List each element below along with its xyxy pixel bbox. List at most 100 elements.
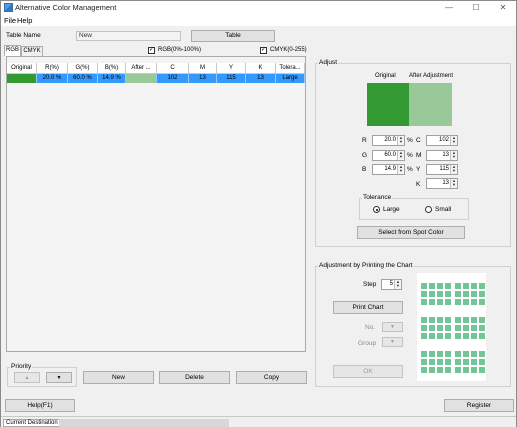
chart-swatch bbox=[455, 299, 461, 305]
title-bar: Alternative Color Management — ☐ ✕ bbox=[1, 1, 516, 15]
col-header-y[interactable]: Y bbox=[217, 63, 246, 74]
chart-swatch bbox=[463, 359, 469, 365]
new-button[interactable]: New bbox=[83, 371, 154, 384]
table-button[interactable]: Table bbox=[191, 30, 275, 42]
copy-button[interactable]: Copy bbox=[236, 371, 307, 384]
y-spinner[interactable]: 115 ▲ ▼ bbox=[426, 164, 458, 175]
no-select[interactable]: ▼ bbox=[382, 322, 403, 332]
chart-swatch bbox=[479, 351, 485, 357]
current-destination-value bbox=[59, 419, 229, 427]
b-value[interactable]: 14.9 bbox=[384, 166, 396, 172]
ok-button[interactable]: OK bbox=[333, 365, 403, 378]
col-header-m[interactable]: M bbox=[189, 63, 217, 74]
r-spinner[interactable]: 20.0 ▲ ▼ bbox=[372, 135, 405, 146]
close-button[interactable]: ✕ bbox=[491, 1, 515, 15]
delete-button[interactable]: Delete bbox=[159, 371, 230, 384]
menu-file[interactable]: File bbox=[4, 16, 16, 25]
cell-y[interactable]: 115 bbox=[217, 74, 246, 83]
tolerance-large-radio[interactable] bbox=[373, 206, 380, 213]
chart-swatch bbox=[445, 283, 451, 289]
cell-m[interactable]: 13 bbox=[189, 74, 217, 83]
tab-cmyk[interactable]: CMYK bbox=[21, 46, 43, 56]
chart-swatch bbox=[463, 333, 469, 339]
m-label: M bbox=[416, 152, 422, 159]
cell-g[interactable]: 60.0 % bbox=[68, 74, 98, 83]
group-select[interactable]: ▼ bbox=[382, 337, 403, 347]
c-label: C bbox=[416, 137, 421, 144]
chart-swatch bbox=[455, 359, 461, 365]
col-header-original[interactable]: Original bbox=[7, 63, 37, 74]
b-spinner[interactable]: 14.9 ▲ ▼ bbox=[372, 164, 405, 175]
col-header-b[interactable]: B(%) bbox=[98, 63, 126, 74]
m-spinner[interactable]: 13 ▲ ▼ bbox=[426, 150, 458, 161]
cell-b[interactable]: 14.9 % bbox=[98, 74, 126, 83]
chart-swatch bbox=[429, 359, 435, 365]
rgb-checkbox-label: RGB(0%-100%) bbox=[158, 47, 202, 53]
menu-bar: File Help bbox=[1, 15, 516, 26]
cell-c[interactable]: 102 bbox=[157, 74, 189, 83]
tab-rgb[interactable]: RGB bbox=[4, 45, 21, 56]
chart-swatch bbox=[421, 325, 427, 331]
m-value[interactable]: 13 bbox=[442, 152, 449, 158]
minimize-button[interactable]: — bbox=[437, 1, 461, 15]
col-header-k[interactable]: K bbox=[246, 63, 276, 74]
select-spot-color-button[interactable]: Select from Spot Color bbox=[357, 226, 465, 239]
print-chart-button[interactable]: Print Chart bbox=[333, 301, 403, 314]
table-name-label: Table Name bbox=[6, 32, 41, 39]
col-header-after[interactable]: After ... bbox=[126, 63, 157, 74]
after-adjustment-swatch bbox=[409, 83, 452, 126]
b-spinner-arrows-icon[interactable]: ▲ ▼ bbox=[397, 165, 404, 174]
priority-up-button[interactable]: ▲ bbox=[14, 372, 40, 383]
chart-swatch bbox=[429, 367, 435, 373]
c-spinner[interactable]: 102 ▲ ▼ bbox=[426, 135, 458, 146]
chart-swatch bbox=[445, 317, 451, 323]
after-adjustment-label: After Adjustment bbox=[409, 73, 454, 79]
step-value[interactable]: 5 bbox=[390, 281, 393, 287]
chart-swatch bbox=[471, 359, 477, 365]
tolerance-small-label: Small bbox=[435, 206, 452, 213]
g-spinner[interactable]: 60.0 ▲ ▼ bbox=[372, 150, 405, 161]
k-value[interactable]: 13 bbox=[442, 180, 449, 186]
cell-after-swatch[interactable] bbox=[126, 74, 157, 83]
maximize-button[interactable]: ☐ bbox=[464, 1, 488, 15]
tolerance-small-radio[interactable] bbox=[425, 206, 432, 213]
step-spinner-arrows-icon[interactable]: ▲ ▼ bbox=[394, 280, 401, 289]
app-icon bbox=[4, 3, 13, 12]
y-spinner-arrows-icon[interactable]: ▲ ▼ bbox=[450, 165, 457, 174]
chart-swatch bbox=[479, 359, 485, 365]
table-name-input[interactable]: New bbox=[76, 31, 181, 41]
r-label: R bbox=[362, 137, 367, 144]
r-spinner-arrows-icon[interactable]: ▲ ▼ bbox=[397, 136, 404, 145]
r-value[interactable]: 20.0 bbox=[384, 137, 396, 143]
cmyk-checkbox[interactable]: ✓ bbox=[260, 47, 267, 54]
m-spinner-arrows-icon[interactable]: ▲ ▼ bbox=[450, 151, 457, 160]
priority-down-button[interactable]: ▼ bbox=[46, 372, 72, 383]
cell-r[interactable]: 20.0 % bbox=[37, 74, 68, 83]
chart-swatch bbox=[479, 317, 485, 323]
k-spinner-arrows-icon[interactable]: ▲ ▼ bbox=[450, 179, 457, 188]
y-value[interactable]: 115 bbox=[439, 166, 449, 172]
tolerance-label: Tolerance bbox=[362, 194, 393, 201]
g-label: G bbox=[362, 152, 368, 159]
c-value[interactable]: 102 bbox=[439, 137, 449, 143]
chart-preview bbox=[417, 273, 486, 381]
g-value[interactable]: 60.0 bbox=[384, 152, 396, 158]
register-button[interactable]: Register bbox=[444, 399, 514, 412]
cell-original-swatch[interactable] bbox=[7, 74, 37, 83]
menu-help[interactable]: Help bbox=[17, 16, 32, 25]
g-spinner-arrows-icon[interactable]: ▲ ▼ bbox=[397, 151, 404, 160]
chart-swatch bbox=[445, 299, 451, 305]
col-header-c[interactable]: C bbox=[157, 63, 189, 74]
step-spinner[interactable]: 5 ▲ ▼ bbox=[381, 279, 402, 290]
col-header-r[interactable]: R(%) bbox=[37, 63, 68, 74]
rgb-checkbox[interactable]: ✓ bbox=[148, 47, 155, 54]
col-header-tolerance[interactable]: Tolera... bbox=[276, 63, 305, 74]
k-spinner[interactable]: 13 ▲ ▼ bbox=[426, 178, 458, 189]
cell-tolerance[interactable]: Large bbox=[276, 74, 305, 83]
help-button[interactable]: Help(F1) bbox=[5, 399, 75, 412]
color-table[interactable] bbox=[6, 56, 306, 352]
chart-swatch bbox=[455, 325, 461, 331]
col-header-g[interactable]: G(%) bbox=[68, 63, 98, 74]
cell-k[interactable]: 13 bbox=[246, 74, 276, 83]
c-spinner-arrows-icon[interactable]: ▲ ▼ bbox=[450, 136, 457, 145]
